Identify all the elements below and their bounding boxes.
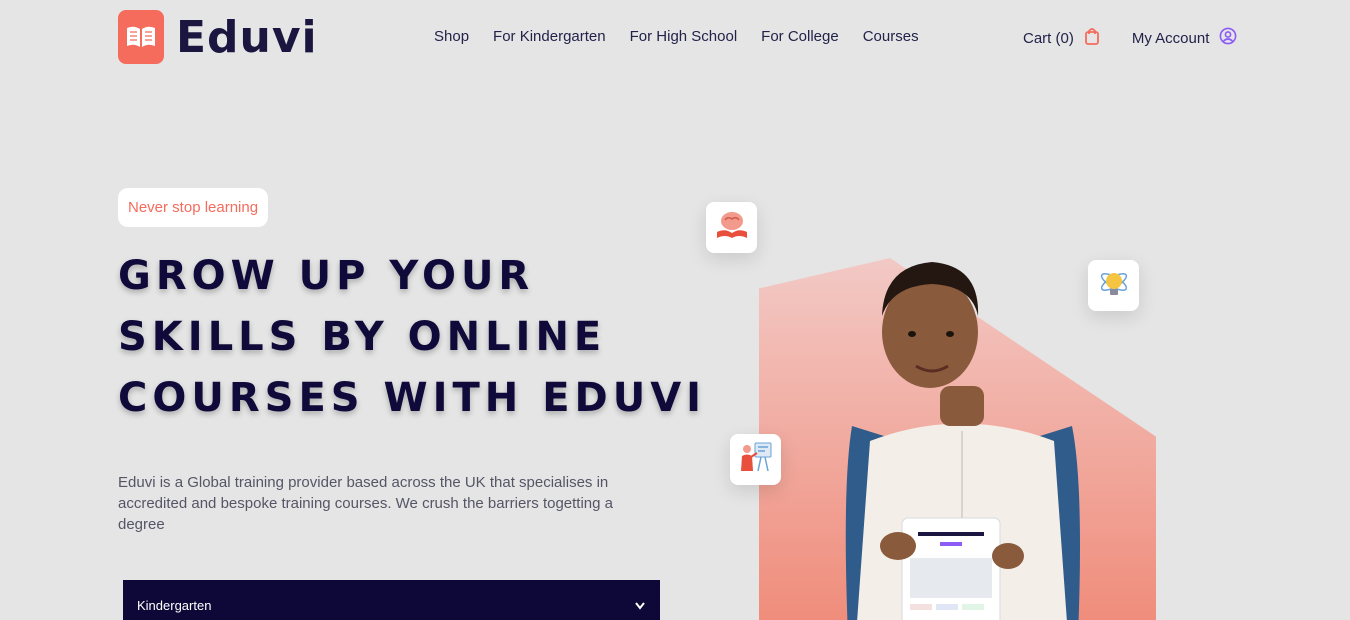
cart-label: Cart (0) — [1023, 29, 1074, 47]
brain-book-icon — [715, 210, 749, 245]
shopping-bag-icon — [1084, 27, 1100, 49]
nav-link-courses[interactable]: Courses — [863, 28, 919, 45]
level-select-value: Kindergarten — [137, 598, 212, 613]
hero-description: Eduvi is a Global training provider base… — [118, 474, 613, 533]
brand-logo[interactable]: Eduvi — [118, 10, 318, 64]
brain-book-card — [706, 202, 757, 253]
headline-line-1: GROW UP YOUR — [118, 253, 535, 299]
headline-line-3: COURSES WITH EDUVI — [118, 375, 707, 421]
open-book-icon — [118, 10, 164, 64]
cart-link[interactable]: Cart (0) — [1023, 27, 1100, 49]
nav-link-college[interactable]: For College — [761, 28, 839, 45]
atom-bulb-card — [1088, 260, 1139, 311]
account-label: My Account — [1131, 29, 1210, 47]
nav-link-kindergarten[interactable]: For Kindergarten — [493, 28, 606, 45]
headline-line-2: SKILLS BY ONLINE — [118, 314, 607, 360]
atom-bulb-icon — [1097, 266, 1131, 305]
nav-actions: Cart (0) My Account — [1023, 27, 1237, 49]
nav-link-shop[interactable]: Shop — [434, 28, 469, 45]
nav-link-high-school[interactable]: For High School — [630, 28, 738, 45]
brand-name: Eduvi — [176, 11, 318, 63]
main-nav: Shop For Kindergarten For High School Fo… — [434, 28, 919, 45]
teacher-board-icon — [739, 441, 773, 478]
hero-headline: GROW UP YOUR SKILLS BY ONLINE COURSES WI… — [118, 246, 706, 429]
teacher-board-card — [730, 434, 781, 485]
account-link[interactable]: My Account — [1132, 27, 1238, 49]
user-circle-icon — [1219, 27, 1237, 49]
tagline-badge: Never stop learning — [118, 188, 269, 227]
level-select[interactable]: Kindergarten — [123, 580, 660, 620]
chevron-down-icon — [634, 598, 646, 614]
student-illustration — [822, 256, 1102, 620]
